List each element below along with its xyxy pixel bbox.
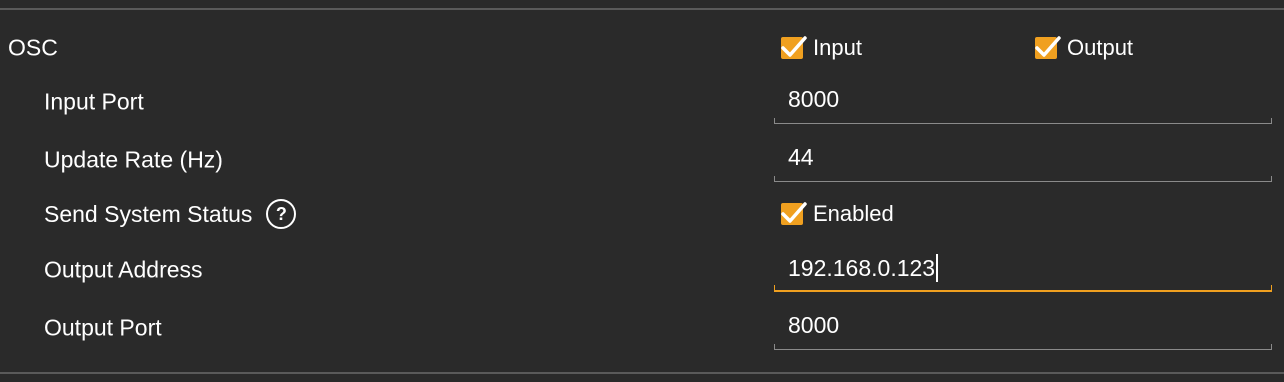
output-address-row: Output Address 192.168.0.123	[0, 242, 1284, 298]
top-divider	[0, 8, 1284, 10]
osc-settings-panel: OSC Input Output Input Port 8000 Update …	[0, 0, 1284, 382]
output-port-value: 8000	[788, 312, 840, 338]
help-circle-icon[interactable]: ?	[266, 199, 297, 229]
output-checkbox[interactable]: Output	[1035, 35, 1133, 61]
update-rate-field[interactable]: 44	[774, 138, 1272, 182]
output-address-field[interactable]: 192.168.0.123	[774, 248, 1272, 292]
update-rate-row: Update Rate (Hz) 44	[0, 132, 1284, 188]
output-address-underline	[774, 285, 1272, 292]
output-port-underline	[774, 344, 1272, 350]
update-rate-value: 44	[788, 144, 814, 170]
input-checkbox[interactable]: Input	[781, 35, 862, 61]
update-rate-underline	[774, 176, 1272, 182]
checkmark-icon	[781, 202, 807, 225]
text-caret	[936, 254, 939, 282]
section-title: OSC	[8, 34, 58, 61]
send-system-status-label-group: Send System Status ?	[44, 199, 297, 229]
enabled-checkbox-label: Enabled	[813, 201, 894, 226]
input-port-field[interactable]: 8000	[774, 80, 1272, 124]
send-system-status-row: Send System Status ? Enabled	[0, 186, 1284, 242]
output-checkbox-label: Output	[1067, 35, 1134, 60]
input-port-label: Input Port	[44, 88, 144, 115]
output-address-label: Output Address	[44, 256, 203, 283]
checkmark-icon	[781, 36, 807, 59]
enabled-checkbox[interactable]: Enabled	[781, 201, 894, 227]
send-system-status-label: Send System Status	[44, 200, 253, 227]
output-port-field[interactable]: 8000	[774, 306, 1272, 350]
input-port-row: Input Port 8000	[0, 74, 1284, 130]
output-address-value-wrap: 192.168.0.123	[788, 254, 939, 282]
input-checkbox-label: Input	[813, 35, 862, 60]
checkmark-icon	[1035, 36, 1061, 59]
output-address-value: 192.168.0.123	[788, 254, 936, 281]
bottom-divider	[0, 372, 1284, 374]
output-port-row: Output Port 8000	[0, 300, 1284, 356]
input-port-underline	[774, 118, 1272, 124]
update-rate-label: Update Rate (Hz)	[44, 146, 223, 173]
input-port-value: 8000	[788, 86, 840, 112]
osc-header-row: OSC Input Output	[0, 20, 1284, 76]
output-port-label: Output Port	[44, 314, 162, 341]
